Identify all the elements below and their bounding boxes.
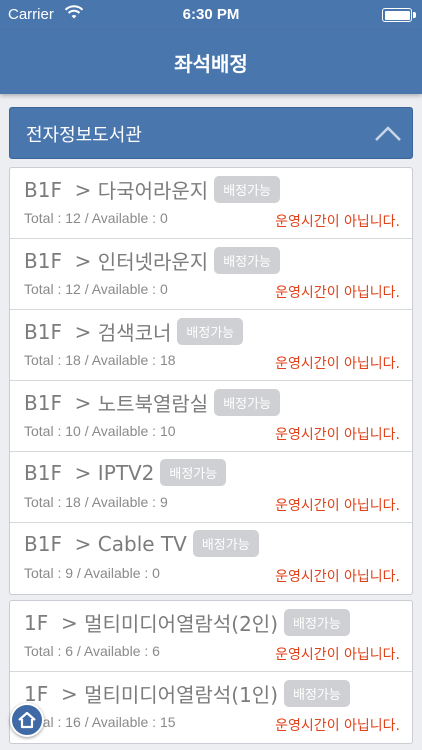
status-message: 운영시간이 아닙니다.: [275, 718, 400, 734]
room-label: 노트북열람실: [97, 392, 209, 416]
battery-icon: [382, 8, 416, 22]
room-name: B1F > IPTV2 배정가능: [24, 459, 227, 486]
availability-badge: 배정가능: [160, 459, 227, 486]
availability-badge: 배정가능: [214, 389, 281, 416]
status-message: 운영시간이 아닙니다.: [275, 498, 400, 514]
room-label: 다국어라운지: [97, 179, 209, 203]
seat-counts: Total : 12 / Available : 0: [24, 210, 168, 226]
seat-counts: Total : 16 / Available : 15: [24, 714, 176, 730]
room-group-1f: 1F > 멀티미디어열람석(2인) 배정가능 Total : 6 / Avail…: [9, 600, 413, 744]
room-label: 멀티미디어열람석(1인): [84, 683, 279, 707]
navigation-bar: 좌석배정: [0, 30, 422, 94]
section-header-library[interactable]: 전자정보도서관: [9, 107, 413, 159]
room-label: IPTV2: [97, 460, 155, 485]
home-icon: [18, 711, 36, 729]
seat-counts: Total : 6 / Available : 6: [24, 643, 160, 659]
status-bar: Carrier 6:30 PM: [0, 0, 422, 30]
page-title: 좌석배정: [174, 52, 248, 76]
room-name: B1F > 검색코너 배정가능: [24, 317, 244, 346]
chevron-up-icon[interactable]: [368, 114, 408, 154]
room-name: 1F > 멀티미디어열람석(2인) 배정가능: [24, 608, 350, 637]
separator: >: [74, 248, 92, 273]
availability-badge: 배정가능: [284, 680, 350, 707]
room-row[interactable]: 1F > 멀티미디어열람석(2인) 배정가능 Total : 6 / Avail…: [10, 601, 412, 672]
floor-label: B1F: [24, 177, 62, 202]
availability-badge: 배정가능: [214, 176, 281, 203]
availability-badge: 배정가능: [192, 530, 259, 557]
status-message: 운영시간이 아닙니다.: [275, 214, 400, 230]
room-row[interactable]: 1F > 멀티미디어열람석(1인) 배정가능 Total : 16 / Avai…: [10, 672, 412, 743]
status-message: 운영시간이 아닙니다.: [275, 285, 400, 301]
room-name: 1F > 멀티미디어열람석(1인) 배정가능: [24, 679, 350, 708]
floor-label: B1F: [24, 460, 62, 485]
separator: >: [74, 177, 92, 202]
room-row[interactable]: B1F > 노트북열람실 배정가능 Total : 10 / Available…: [10, 381, 412, 452]
home-button[interactable]: [10, 703, 44, 737]
status-message: 운영시간이 아닙니다.: [275, 427, 400, 443]
floor-label: 1F: [24, 681, 49, 706]
floor-label: 1F: [24, 610, 49, 635]
floor-label: B1F: [24, 248, 62, 273]
seat-counts: Total : 18 / Available : 18: [24, 352, 176, 368]
availability-badge: 배정가능: [284, 609, 350, 636]
room-name: B1F > 노트북열람실 배정가능: [24, 388, 281, 417]
status-message: 운영시간이 아닙니다.: [275, 356, 400, 372]
floor-label: B1F: [24, 390, 62, 415]
status-message: 운영시간이 아닙니다.: [275, 647, 400, 663]
room-label: Cable TV: [97, 531, 187, 556]
room-name: B1F > 인터넷라운지 배정가능: [24, 246, 281, 275]
room-name: B1F > 다국어라운지 배정가능: [24, 175, 281, 204]
room-group-b1f: B1F > 다국어라운지 배정가능 Total : 12 / Available…: [9, 167, 413, 595]
separator: >: [74, 390, 92, 415]
room-row[interactable]: B1F > IPTV2 배정가능 Total : 18 / Available …: [10, 452, 412, 523]
availability-badge: 배정가능: [177, 318, 244, 345]
separator: >: [74, 531, 92, 556]
separator: >: [74, 460, 92, 485]
room-label: 멀티미디어열람석(2인): [84, 612, 279, 636]
room-name: B1F > Cable TV 배정가능: [24, 530, 259, 557]
seat-counts: Total : 10 / Available : 10: [24, 423, 176, 439]
room-label: 검색코너: [97, 321, 172, 345]
room-label: 인터넷라운지: [97, 250, 209, 274]
floor-label: B1F: [24, 531, 62, 556]
room-row[interactable]: B1F > 다국어라운지 배정가능 Total : 12 / Available…: [10, 168, 412, 239]
status-time: 6:30 PM: [182, 6, 240, 23]
availability-badge: 배정가능: [214, 247, 281, 274]
status-message: 운영시간이 아닙니다.: [275, 569, 400, 585]
seat-counts: Total : 18 / Available : 9: [24, 494, 168, 510]
seat-counts: Total : 12 / Available : 0: [24, 281, 168, 297]
separator: >: [74, 319, 92, 344]
room-row[interactable]: B1F > 인터넷라운지 배정가능 Total : 12 / Available…: [10, 239, 412, 310]
separator: >: [60, 610, 78, 635]
room-row[interactable]: B1F > 검색코너 배정가능 Total : 18 / Available :…: [10, 310, 412, 381]
separator: >: [60, 681, 78, 706]
section-title: 전자정보도서관: [26, 125, 142, 146]
room-row[interactable]: B1F > Cable TV 배정가능 Total : 9 / Availabl…: [10, 523, 412, 594]
seat-counts: Total : 9 / Available : 0: [24, 565, 160, 581]
floor-label: B1F: [24, 319, 62, 344]
